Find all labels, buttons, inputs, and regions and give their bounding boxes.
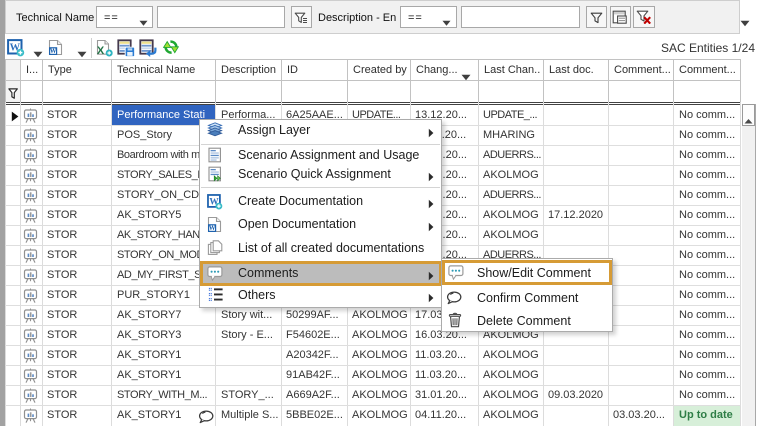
svg-text:W: W <box>209 225 216 232</box>
svg-text:X: X <box>97 45 105 57</box>
svg-text:W: W <box>50 48 57 55</box>
